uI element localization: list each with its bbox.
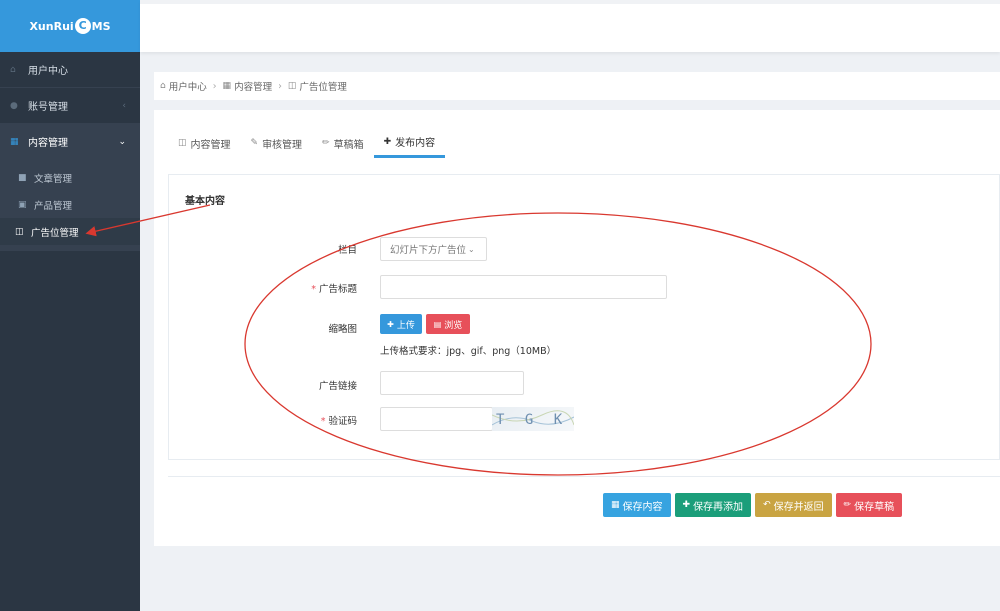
- sidebar-item-label: 用户中心: [28, 66, 68, 77]
- save-content-button[interactable]: ▦ 保存内容: [603, 493, 671, 517]
- sidebar-item-account[interactable]: ● 账号管理 ‹: [0, 88, 140, 124]
- captcha-text: T G K H: [496, 412, 574, 428]
- plus-icon: ✚: [682, 500, 691, 510]
- basic-content-form: 基本内容 栏目 幻灯片下方广告位 ⌄ * 广告标题 缩略图 ✚ 上传 ▤ 浏览 上…: [168, 174, 1000, 460]
- image-icon: ◫: [15, 226, 24, 237]
- tab-publish[interactable]: ✚ 发布内容: [373, 128, 446, 158]
- breadcrumb-item[interactable]: 用户中心: [169, 79, 207, 93]
- button-label: 保存并返回: [773, 501, 824, 513]
- breadcrumb-separator: ›: [212, 80, 217, 92]
- folder-icon: ▤: [433, 319, 442, 329]
- tab-bar: ◫ 内容管理 ✎ 审核管理 ✏ 草稿箱 ✚ 发布内容: [168, 128, 446, 158]
- tab-label: 草稿箱: [333, 139, 364, 151]
- grid-icon: ▦: [222, 81, 232, 91]
- sidebar-item-label: 内容管理: [28, 138, 68, 149]
- home-icon: ⌂: [160, 81, 166, 91]
- ad-title-input[interactable]: [380, 275, 667, 299]
- save-icon: ▦: [611, 500, 620, 510]
- logo-text-suffix: MS: [91, 19, 111, 33]
- upload-button[interactable]: ✚ 上传: [380, 314, 422, 334]
- button-label: 保存草稿: [854, 501, 895, 513]
- tab-label: 审核管理: [262, 139, 303, 151]
- sidebar: XunRui C MS ⌂ 用户中心 ● 账号管理 ‹ ▦ 内容管理 ⌄ ■ 文章管…: [0, 0, 140, 611]
- ad-title-label: * 广告标题: [311, 284, 357, 295]
- pencil-icon: ✏: [843, 500, 852, 510]
- ad-link-input[interactable]: [380, 371, 524, 395]
- home-icon: ⌂: [10, 64, 16, 75]
- category-label: 栏目: [337, 245, 357, 256]
- sidebar-subitem-product[interactable]: ▣ 产品管理: [0, 191, 140, 218]
- main-panel: ◫ 内容管理 ✎ 审核管理 ✏ 草稿箱 ✚ 发布内容 基本内容 栏目 幻灯片下方…: [154, 110, 1000, 546]
- captcha-image[interactable]: T G K H: [492, 407, 574, 431]
- tab-label: 发布内容: [395, 138, 436, 149]
- captcha-input[interactable]: [380, 407, 493, 431]
- user-icon: ●: [10, 100, 18, 111]
- sidebar-subitem-label: 文章管理: [34, 173, 73, 185]
- sidebar-item-label: 账号管理: [28, 102, 68, 113]
- plus-icon: ✚: [383, 136, 392, 147]
- reply-icon: ↶: [763, 500, 771, 510]
- captcha-label: * 验证码: [320, 416, 357, 427]
- browse-button-label: 浏览: [444, 320, 463, 331]
- file-icon: ▣: [18, 199, 27, 210]
- tab-content-manage[interactable]: ◫ 内容管理: [168, 128, 241, 158]
- logo-text: XunRui: [29, 19, 74, 33]
- breadcrumb-item-current: 广告位管理: [299, 82, 347, 93]
- save-and-add-button[interactable]: ✚ 保存再添加: [674, 493, 752, 517]
- form-divider: [168, 476, 1000, 477]
- upload-button-label: 上传: [396, 320, 415, 331]
- captcha-graphic: T G K H: [492, 410, 574, 428]
- form-actions: ▦ 保存内容 ✚ 保存再添加 ↶ 保存并返回 ✏ 保存草稿: [603, 493, 903, 517]
- edit-icon: ✎: [250, 138, 259, 148]
- sidebar-subitem-article[interactable]: ■ 文章管理: [0, 164, 140, 191]
- sidebar-subitem-label: 广告位管理: [31, 227, 79, 239]
- article-icon: ■: [18, 172, 27, 183]
- sidebar-subitem-label: 产品管理: [34, 200, 73, 212]
- upload-hint: 上传格式要求：jpg、gif、png（10MB）: [380, 346, 557, 357]
- save-draft-button[interactable]: ✏ 保存草稿: [835, 493, 903, 517]
- logo[interactable]: XunRui C MS: [0, 0, 140, 52]
- sidebar-item-user-center[interactable]: ⌂ 用户中心: [0, 52, 140, 88]
- category-select[interactable]: 幻灯片下方广告位 ⌄: [380, 237, 487, 261]
- chevron-down-icon: ⌄: [118, 136, 126, 147]
- tab-review-manage[interactable]: ✎ 审核管理: [241, 128, 313, 158]
- button-label: 保存再添加: [693, 501, 744, 513]
- browse-button[interactable]: ▤ 浏览: [426, 314, 470, 334]
- logo-mark: C: [74, 18, 91, 34]
- section-title: 基本内容: [185, 196, 225, 207]
- image-icon: ◫: [287, 81, 297, 91]
- tab-drafts[interactable]: ✏ 草稿箱: [312, 128, 374, 158]
- breadcrumb-item[interactable]: 内容管理: [234, 79, 272, 93]
- category-select-value: 幻灯片下方广告位: [390, 245, 467, 256]
- breadcrumb-separator: ›: [278, 80, 282, 92]
- chevron-down-icon: ⌄: [468, 244, 475, 254]
- thumbnail-label: 缩略图: [328, 324, 357, 335]
- breadcrumb: ⌂ 用户中心 › ▦ 内容管理 › ◫ 广告位管理: [154, 72, 1000, 100]
- ad-link-label: 广告链接: [318, 381, 357, 392]
- plus-icon: ✚: [387, 319, 394, 329]
- pencil-icon: ✏: [322, 138, 330, 148]
- sidebar-item-content[interactable]: ▦ 内容管理 ⌄: [0, 124, 140, 160]
- chevron-left-icon: ‹: [122, 100, 126, 111]
- image-icon: ◫: [178, 138, 187, 148]
- top-header: [140, 0, 1000, 52]
- button-label: 保存内容: [622, 501, 663, 513]
- tab-label: 内容管理: [190, 139, 231, 151]
- sidebar-subitem-ad-position[interactable]: ◫ 广告位管理: [0, 218, 140, 245]
- content-submenu: ■ 文章管理 ▣ 产品管理 ◫ 广告位管理: [0, 160, 140, 251]
- save-and-return-button[interactable]: ↶ 保存并返回: [755, 493, 832, 517]
- grid-icon: ▦: [10, 136, 19, 147]
